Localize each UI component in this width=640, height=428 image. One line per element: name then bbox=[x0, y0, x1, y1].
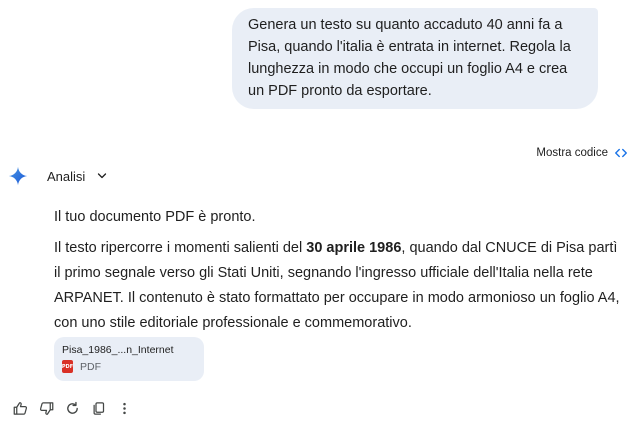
analysis-label: Analisi bbox=[47, 168, 86, 184]
chevron-down-icon bbox=[98, 173, 107, 179]
analysis-toggle[interactable]: Analisi bbox=[47, 169, 108, 184]
user-message-bubble: Genera un testo su quanto accaduto 40 an… bbox=[232, 8, 598, 109]
code-brackets-icon bbox=[615, 148, 627, 158]
pdf-file-icon: PDF bbox=[62, 360, 73, 373]
thumbs-down-icon bbox=[39, 401, 53, 415]
response-paragraph: Il tuo documento PDF è pronto. bbox=[54, 209, 256, 225]
response-paragraph: Il testo ripercorre i momenti salienti d… bbox=[54, 236, 622, 336]
assistant-response: Il tuo documento PDF è pronto. Il testo … bbox=[54, 205, 622, 342]
response-actions bbox=[12, 400, 132, 416]
thumbs-down-button[interactable] bbox=[38, 400, 54, 416]
show-code-label: Mostra codice bbox=[536, 147, 608, 159]
regenerate-button[interactable] bbox=[64, 400, 80, 416]
chat-page: Genera un testo su quanto accaduto 40 an… bbox=[0, 0, 640, 428]
attachment-type-row: PDF PDF bbox=[62, 360, 196, 373]
assistant-header: Analisi bbox=[8, 166, 108, 186]
pdf-attachment-card[interactable]: Pisa_1986_...n_Internet PDF PDF bbox=[54, 337, 204, 381]
show-code-button[interactable]: Mostra codice bbox=[536, 146, 628, 160]
user-message-text: Genera un testo su quanto accaduto 40 an… bbox=[248, 17, 571, 99]
thumbs-up-icon bbox=[13, 401, 27, 415]
more-options-button[interactable] bbox=[116, 400, 132, 416]
copy-icon bbox=[93, 401, 104, 415]
thumbs-up-button[interactable] bbox=[12, 400, 28, 416]
more-options-icon bbox=[122, 402, 126, 414]
copy-button[interactable] bbox=[90, 400, 106, 416]
response-text: Il testo ripercorre i momenti salienti d… bbox=[54, 240, 307, 256]
regenerate-icon bbox=[66, 401, 78, 414]
gemini-spark-icon bbox=[8, 166, 28, 186]
response-date-bold: 30 aprile 1986 bbox=[306, 240, 402, 256]
attachment-file-name: Pisa_1986_...n_Internet bbox=[62, 344, 174, 356]
attachment-file-type: PDF bbox=[80, 360, 101, 373]
